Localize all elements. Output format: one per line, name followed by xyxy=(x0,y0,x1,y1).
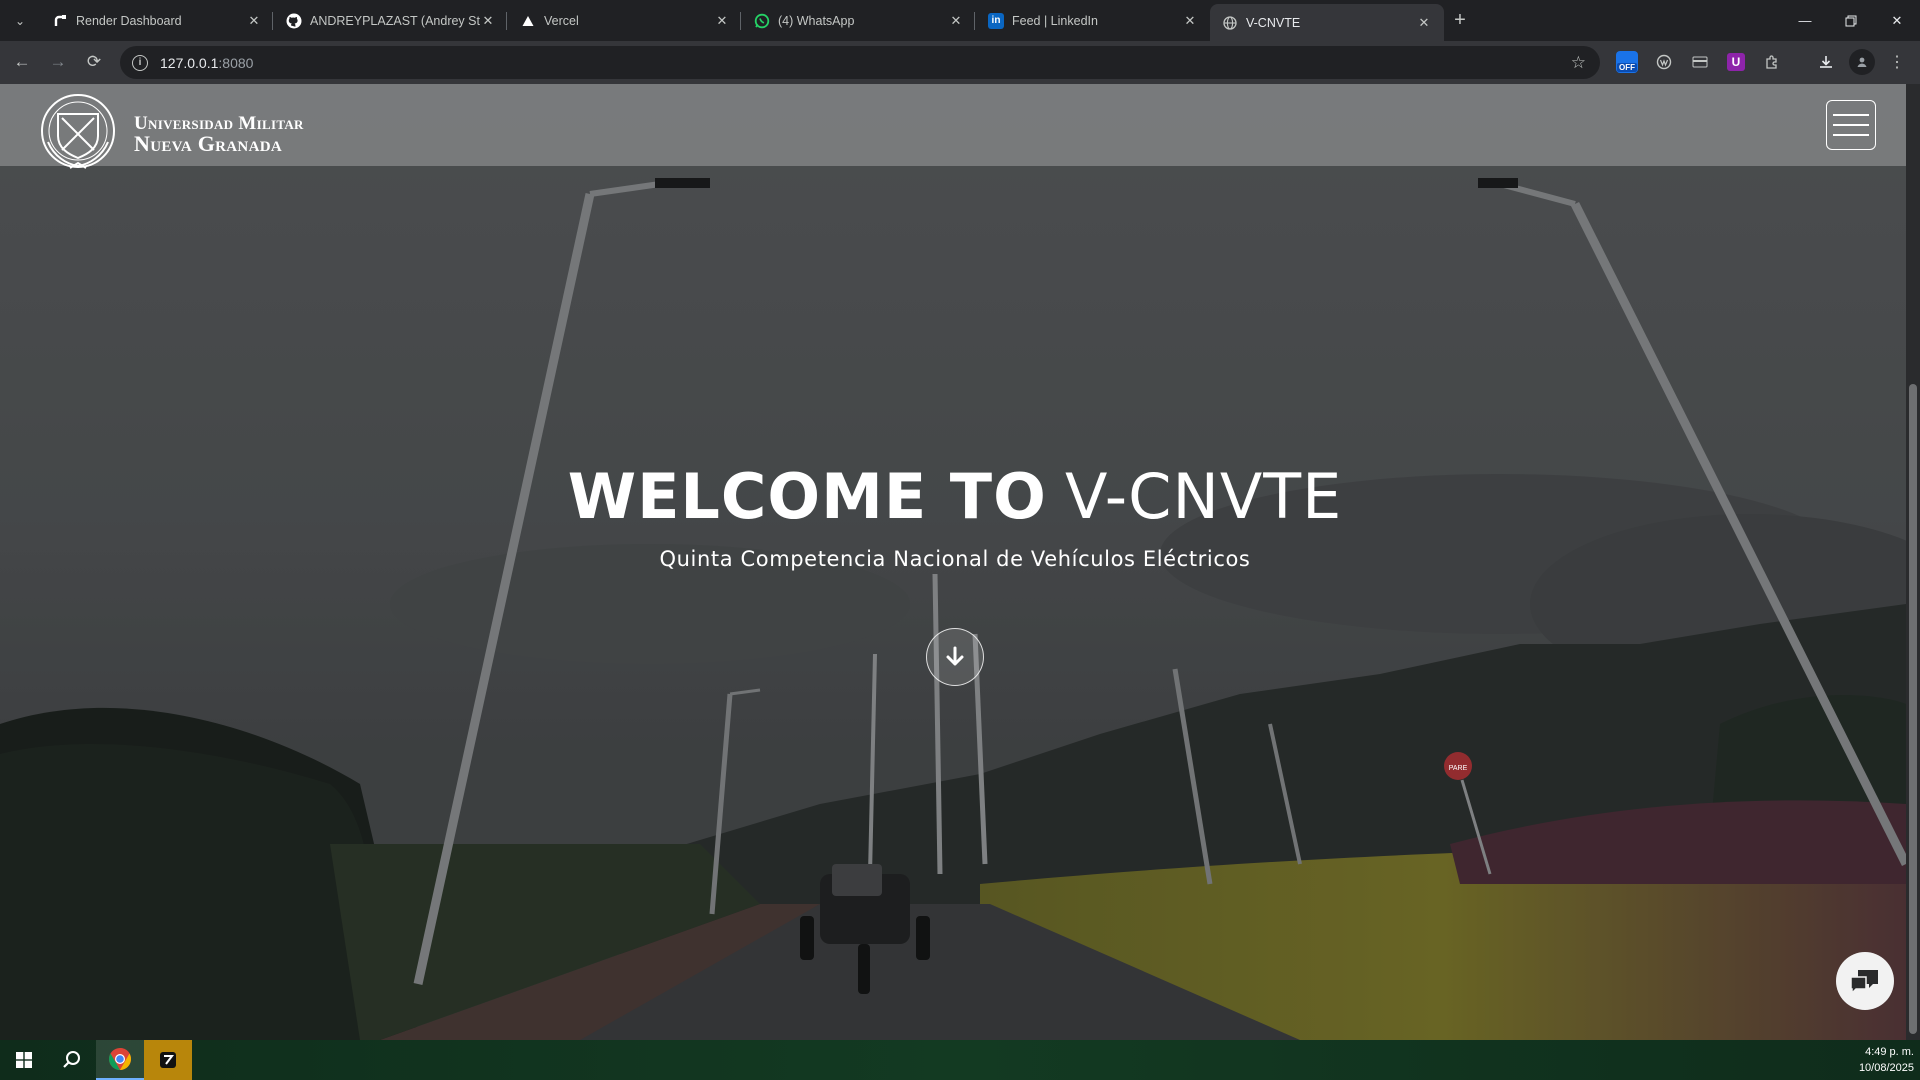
more-menu-icon[interactable]: ⋮ xyxy=(1884,49,1910,75)
bookmark-star-icon[interactable]: ☆ xyxy=(1571,53,1586,73)
chrome-taskbar-icon[interactable] xyxy=(96,1040,144,1080)
browser-toolbar: ← → ⟳ i 127.0.0.1:8080 ☆ OFF U ⋮ xyxy=(0,41,1920,84)
vercel-icon xyxy=(520,13,536,29)
tab-close-icon[interactable]: ✕ xyxy=(1182,13,1198,29)
app-taskbar-icon[interactable] xyxy=(144,1040,192,1080)
hamburger-menu-button[interactable] xyxy=(1826,100,1876,150)
tab-search-chevron-icon[interactable]: ⌄ xyxy=(0,0,40,41)
chat-bubbles-icon xyxy=(1850,970,1878,995)
reload-icon[interactable]: ⟳ xyxy=(76,44,112,80)
tab-title: Feed | LinkedIn xyxy=(1012,13,1098,28)
chat-button[interactable] xyxy=(1836,952,1894,1010)
site-header: Universidad Militar Nueva Granada xyxy=(0,84,1906,169)
clock-time: 4:49 p. m. xyxy=(1865,1046,1914,1058)
hero-title-light: V-CNVTE xyxy=(1065,460,1343,533)
render-icon xyxy=(52,13,68,29)
extensions-puzzle-icon[interactable] xyxy=(1759,49,1785,75)
extension-card-icon[interactable] xyxy=(1687,49,1713,75)
menu-bar xyxy=(1833,114,1869,116)
back-arrow-icon[interactable]: ← xyxy=(4,44,40,80)
system-clock[interactable]: 4:49 p. m. 10/08/2025 xyxy=(1859,1044,1914,1076)
tab-linkedin[interactable]: in Feed | LinkedIn ✕ xyxy=(974,4,1210,37)
tab-title: V-CNVTE xyxy=(1246,15,1301,30)
profile-avatar-icon[interactable] xyxy=(1849,49,1875,75)
download-icon[interactable] xyxy=(1813,49,1839,75)
close-window-icon[interactable]: ✕ xyxy=(1874,0,1920,41)
tab-title: Vercel xyxy=(544,13,579,28)
address-bar[interactable]: i 127.0.0.1:8080 ☆ xyxy=(120,46,1600,79)
tab-whatsapp[interactable]: (4) WhatsApp ✕ xyxy=(740,4,976,37)
university-seal-logo[interactable] xyxy=(30,92,126,170)
tab-title: (4) WhatsApp xyxy=(778,13,855,28)
tab-title: Render Dashboard xyxy=(76,13,182,28)
url-port: :8080 xyxy=(218,54,254,71)
hero-title-bold: WELCOME TO xyxy=(567,460,1047,533)
extension-badge: OFF xyxy=(1617,63,1637,72)
tab-vercel[interactable]: Vercel ✕ xyxy=(506,4,742,37)
extension-u-icon[interactable]: U xyxy=(1723,49,1749,75)
forward-arrow-icon[interactable]: → xyxy=(40,44,76,80)
scroll-down-button[interactable] xyxy=(926,628,984,686)
search-icon[interactable] xyxy=(48,1040,96,1080)
tab-strip: ⌄ Render Dashboard ✕ ANDREYPLAZAST (Andr… xyxy=(0,0,1920,41)
page-viewport: PARE Universidad Militar Nueva Granada W… xyxy=(0,84,1920,1040)
scrollbar-thumb[interactable] xyxy=(1909,384,1917,1034)
tab-v-cnvte[interactable]: V-CNVTE ✕ xyxy=(1210,4,1444,41)
hero-text-block: WELCOME TO V-CNVTE Quinta Competencia Na… xyxy=(0,460,1910,571)
tab-title: ANDREYPLAZAST (Andrey Steven xyxy=(310,13,480,28)
hero-section: PARE Universidad Militar Nueva Granada W… xyxy=(0,84,1906,1040)
globe-icon xyxy=(1222,15,1238,31)
street-sign-text: PARE xyxy=(1449,765,1468,772)
extension-wordpress-icon[interactable] xyxy=(1651,49,1677,75)
tab-github[interactable]: ANDREYPLAZAST (Andrey Steven ✕ xyxy=(272,4,508,37)
tab-close-icon[interactable]: ✕ xyxy=(246,13,262,29)
site-info-icon[interactable]: i xyxy=(132,54,148,71)
tab-close-icon[interactable]: ✕ xyxy=(1416,15,1432,31)
hero-title: WELCOME TO V-CNVTE xyxy=(0,460,1910,533)
tab-close-icon[interactable]: ✕ xyxy=(480,13,496,29)
menu-bar xyxy=(1833,124,1869,126)
logo-line-2: Nueva Granada xyxy=(134,131,282,156)
tab-close-icon[interactable]: ✕ xyxy=(714,13,730,29)
tab-render-dashboard[interactable]: Render Dashboard ✕ xyxy=(40,4,274,37)
windows-start-icon[interactable] xyxy=(0,1040,48,1080)
new-tab-button[interactable]: + xyxy=(1444,4,1476,37)
menu-bar xyxy=(1833,134,1869,136)
page-scrollbar[interactable] xyxy=(1906,84,1920,1040)
clock-date: 10/08/2025 xyxy=(1858,1062,1914,1074)
restore-icon[interactable] xyxy=(1828,0,1874,41)
linkedin-icon: in xyxy=(988,12,1004,29)
arrow-down-icon xyxy=(946,646,964,666)
tab-close-icon[interactable]: ✕ xyxy=(948,13,964,29)
extension-off-icon[interactable]: OFF xyxy=(1614,49,1640,75)
university-name-logo[interactable]: Universidad Militar Nueva Granada xyxy=(134,114,304,156)
url-host: 127.0.0.1 xyxy=(160,54,219,71)
hero-subtitle: Quinta Competencia Nacional de Vehículos… xyxy=(659,547,1251,571)
minimize-icon[interactable]: — xyxy=(1782,0,1828,41)
windows-taskbar: 4:49 p. m. 10/08/2025 xyxy=(0,1040,1920,1080)
whatsapp-icon xyxy=(754,13,770,29)
github-icon xyxy=(286,13,302,29)
